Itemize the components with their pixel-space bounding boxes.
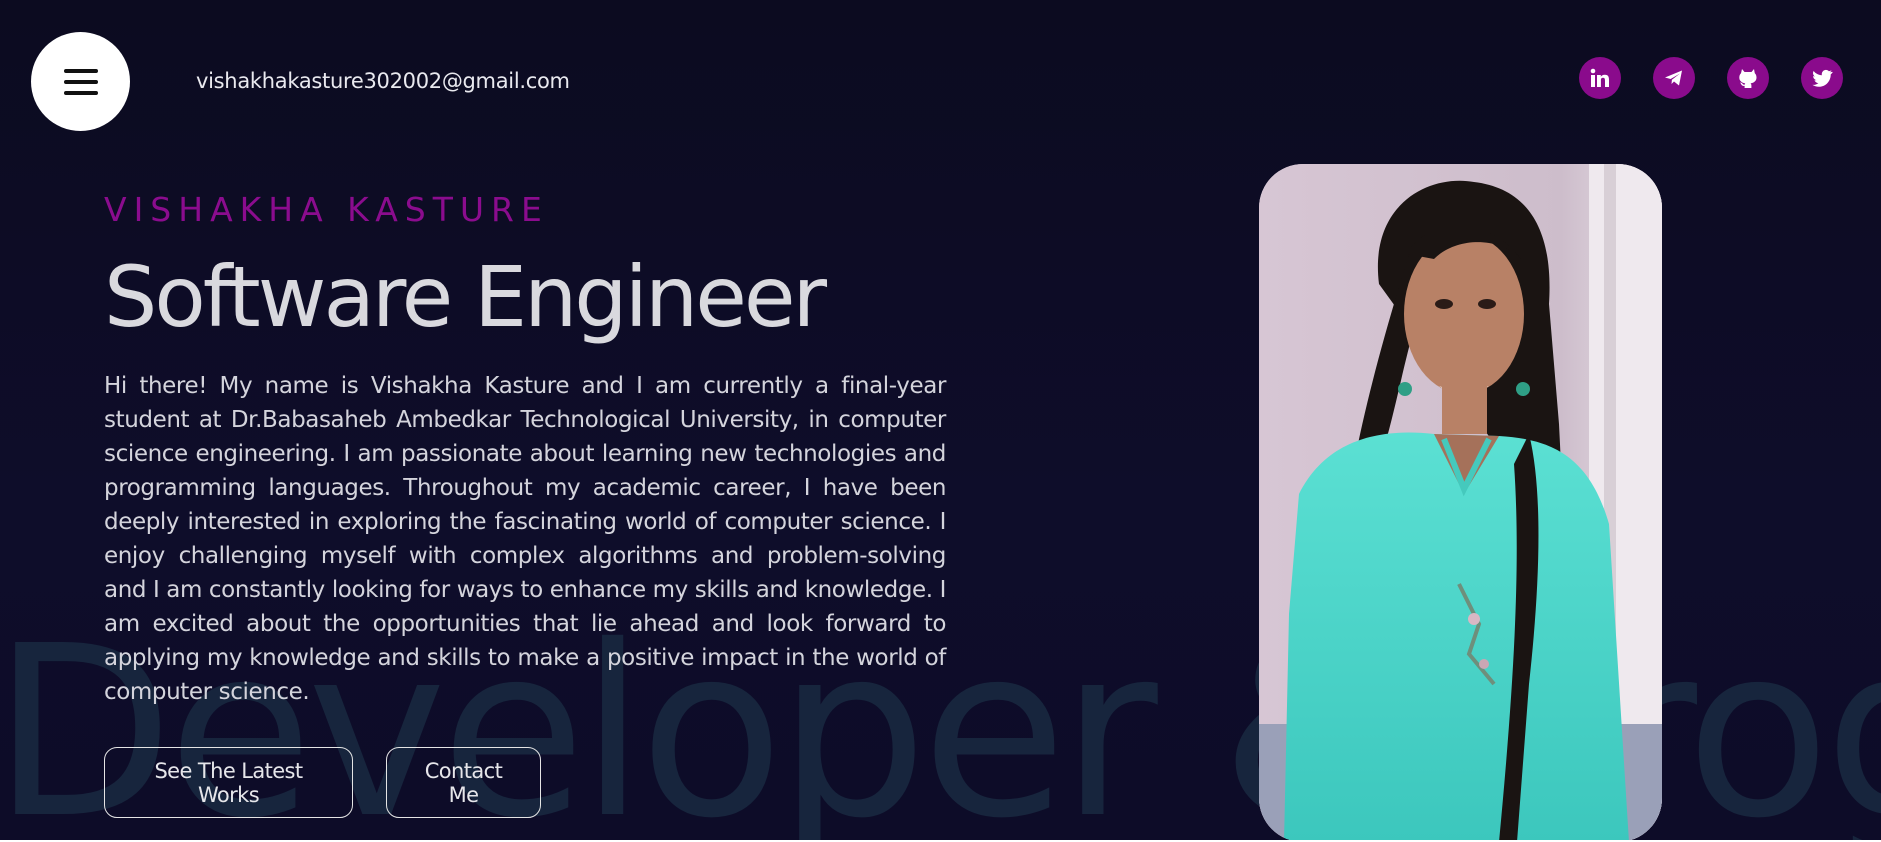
telegram-icon bbox=[1665, 70, 1682, 86]
twitter-link[interactable] bbox=[1801, 57, 1843, 99]
github-icon bbox=[1739, 69, 1757, 88]
about-paragraph: Hi there! My name is Vishakha Kasture an… bbox=[104, 373, 946, 705]
linkedin-icon bbox=[1590, 68, 1609, 87]
hamburger-menu-icon bbox=[63, 90, 98, 95]
job-title: Software Engineer bbox=[104, 248, 827, 346]
hamburger-menu-button[interactable] bbox=[31, 32, 130, 131]
portfolio-page: Developer & Programmer vishakhakasture30… bbox=[0, 0, 1881, 842]
hamburger-menu-icon bbox=[63, 79, 98, 84]
telegram-link[interactable] bbox=[1653, 57, 1695, 99]
github-link[interactable] bbox=[1727, 57, 1769, 99]
person-name: VISHAKHA KASTURE bbox=[104, 190, 549, 229]
social-links bbox=[1579, 57, 1843, 99]
hero-buttons: See The Latest Works Contact Me bbox=[104, 747, 541, 818]
profile-photo bbox=[1259, 164, 1662, 842]
linkedin-link[interactable] bbox=[1579, 57, 1621, 99]
hamburger-menu-icon bbox=[63, 68, 98, 73]
see-latest-works-button[interactable]: See The Latest Works bbox=[104, 747, 353, 818]
twitter-icon bbox=[1812, 69, 1833, 87]
contact-me-button[interactable]: Contact Me bbox=[386, 747, 541, 818]
hero-section: VISHAKHA KASTURE Software Engineer Hi th… bbox=[104, 190, 946, 709]
profile-photo-illustration bbox=[1259, 164, 1662, 842]
email-address[interactable]: vishakhakasture302002@gmail.com bbox=[196, 69, 570, 93]
